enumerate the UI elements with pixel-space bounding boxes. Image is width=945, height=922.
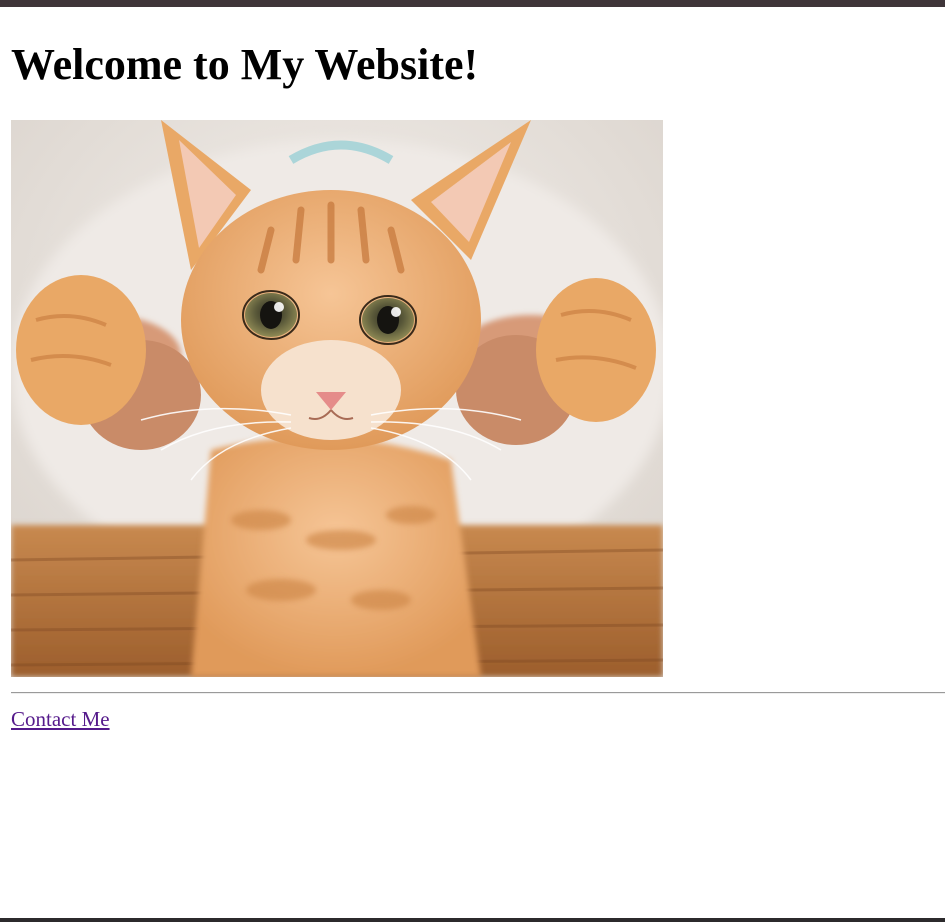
- window-bottom-bar: [0, 918, 945, 922]
- horizontal-divider: [11, 692, 945, 694]
- kitten-photo: [11, 120, 663, 677]
- contact-me-link[interactable]: Contact Me: [11, 707, 110, 731]
- page-title: Welcome to My Website!: [11, 40, 479, 89]
- window-top-bar: [0, 0, 945, 7]
- page-content: Welcome to My Website! Contact Me: [11, 7, 945, 731]
